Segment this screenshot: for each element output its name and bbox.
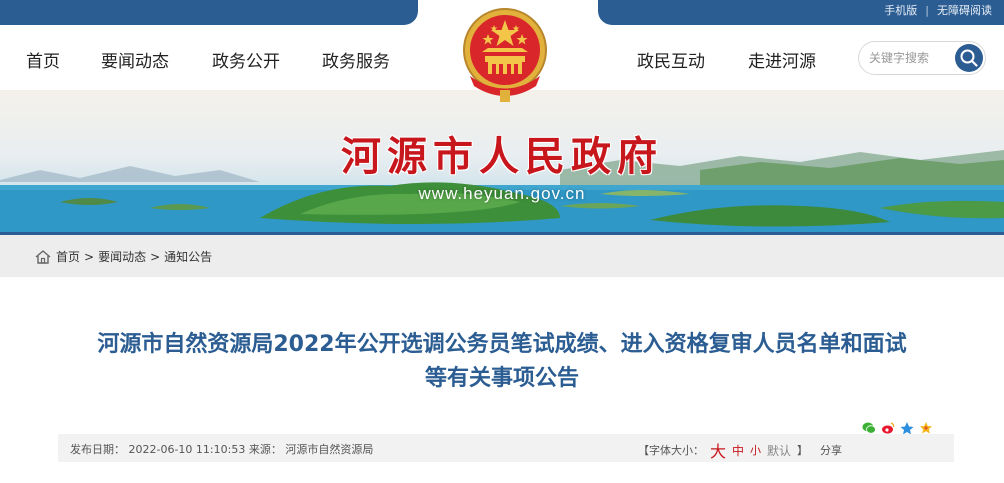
top-links-separator: | bbox=[925, 3, 929, 17]
wechat-icon[interactable] bbox=[862, 420, 876, 434]
site-title: 河源市人民政府 bbox=[341, 133, 663, 180]
font-size-default-button[interactable]: 默认 bbox=[767, 442, 791, 459]
page: 手机版 | 无障碍阅读 首页 要闻动态 政务公开 政务服务 政民互动 走进河源 bbox=[0, 0, 1004, 483]
search-icon bbox=[960, 49, 978, 67]
accessible-reading-link[interactable]: 无障碍阅读 bbox=[937, 2, 992, 18]
nav-interaction[interactable]: 政民互动 bbox=[637, 47, 705, 72]
font-size-controls: 【字体大小： 大 中 小 默认 】 分享 bbox=[638, 438, 842, 462]
publish-date-label: 发布日期： bbox=[70, 443, 125, 456]
nav-home[interactable]: 首页 bbox=[26, 47, 60, 72]
nav-gov-info[interactable]: 政务公开 bbox=[212, 47, 280, 72]
search-input[interactable] bbox=[869, 49, 949, 67]
top-strip-right: 手机版 | 无障碍阅读 bbox=[598, 0, 1004, 25]
nav-about-heyuan[interactable]: 走进河源 bbox=[748, 47, 816, 72]
article-meta-info: 发布日期： 2022-06-10 11:10:53 来源： 河源市自然资源局 bbox=[70, 441, 373, 457]
font-size-label: 【字体大小： bbox=[638, 444, 704, 457]
weibo-icon[interactable] bbox=[881, 420, 895, 434]
breadcrumb-bar: 首页 > 要闻动态 > 通知公告 bbox=[0, 235, 1004, 277]
article-meta-bar: 发布日期： 2022-06-10 11:10:53 来源： 河源市自然资源局 【… bbox=[58, 434, 954, 462]
share-link[interactable]: 分享 bbox=[820, 442, 842, 458]
publish-date: 2022-06-10 11:10:53 bbox=[128, 443, 246, 456]
breadcrumb-notices[interactable]: 通知公告 bbox=[164, 248, 212, 265]
favorite-icon[interactable] bbox=[919, 420, 933, 434]
font-size-large-button[interactable]: 大 bbox=[710, 438, 726, 462]
share-icons bbox=[862, 420, 933, 435]
nav-gov-service[interactable]: 政务服务 bbox=[322, 47, 390, 72]
article-title: 河源市自然资源局2022年公开选调公务员笔试成绩、进入资格复审人员名单和面试 等… bbox=[50, 328, 954, 396]
breadcrumb-separator: > bbox=[84, 249, 95, 264]
mobile-version-link[interactable]: 手机版 bbox=[884, 2, 917, 18]
font-size-medium-button[interactable]: 中 bbox=[732, 442, 744, 459]
article-source: 河源市自然资源局 bbox=[285, 443, 374, 456]
breadcrumb-news[interactable]: 要闻动态 bbox=[98, 248, 146, 265]
breadcrumb-separator: > bbox=[150, 249, 161, 264]
national-emblem-icon bbox=[463, 8, 547, 102]
breadcrumb: 首页 > 要闻动态 > 通知公告 bbox=[34, 248, 212, 265]
top-links: 手机版 | 无障碍阅读 bbox=[884, 0, 992, 20]
qzone-icon[interactable] bbox=[900, 420, 914, 435]
article-title-line-2: 等有关事项公告 bbox=[424, 366, 579, 391]
top-strip-left bbox=[0, 0, 418, 25]
search-box bbox=[858, 41, 986, 75]
banner: 河源市人民政府 www.heyuan.gov.cn bbox=[0, 90, 1004, 234]
site-url: www.heyuan.gov.cn bbox=[418, 184, 586, 203]
search-button[interactable] bbox=[955, 44, 983, 72]
font-size-small-button[interactable]: 小 bbox=[750, 442, 761, 458]
home-icon bbox=[35, 249, 51, 264]
font-size-close: 】 bbox=[797, 444, 809, 457]
article-title-line-1: 河源市自然资源局2022年公开选调公务员笔试成绩、进入资格复审人员名单和面试 bbox=[97, 332, 907, 357]
nav-news[interactable]: 要闻动态 bbox=[101, 47, 169, 72]
source-label: 来源： bbox=[248, 443, 282, 456]
breadcrumb-home[interactable]: 首页 bbox=[56, 248, 80, 265]
